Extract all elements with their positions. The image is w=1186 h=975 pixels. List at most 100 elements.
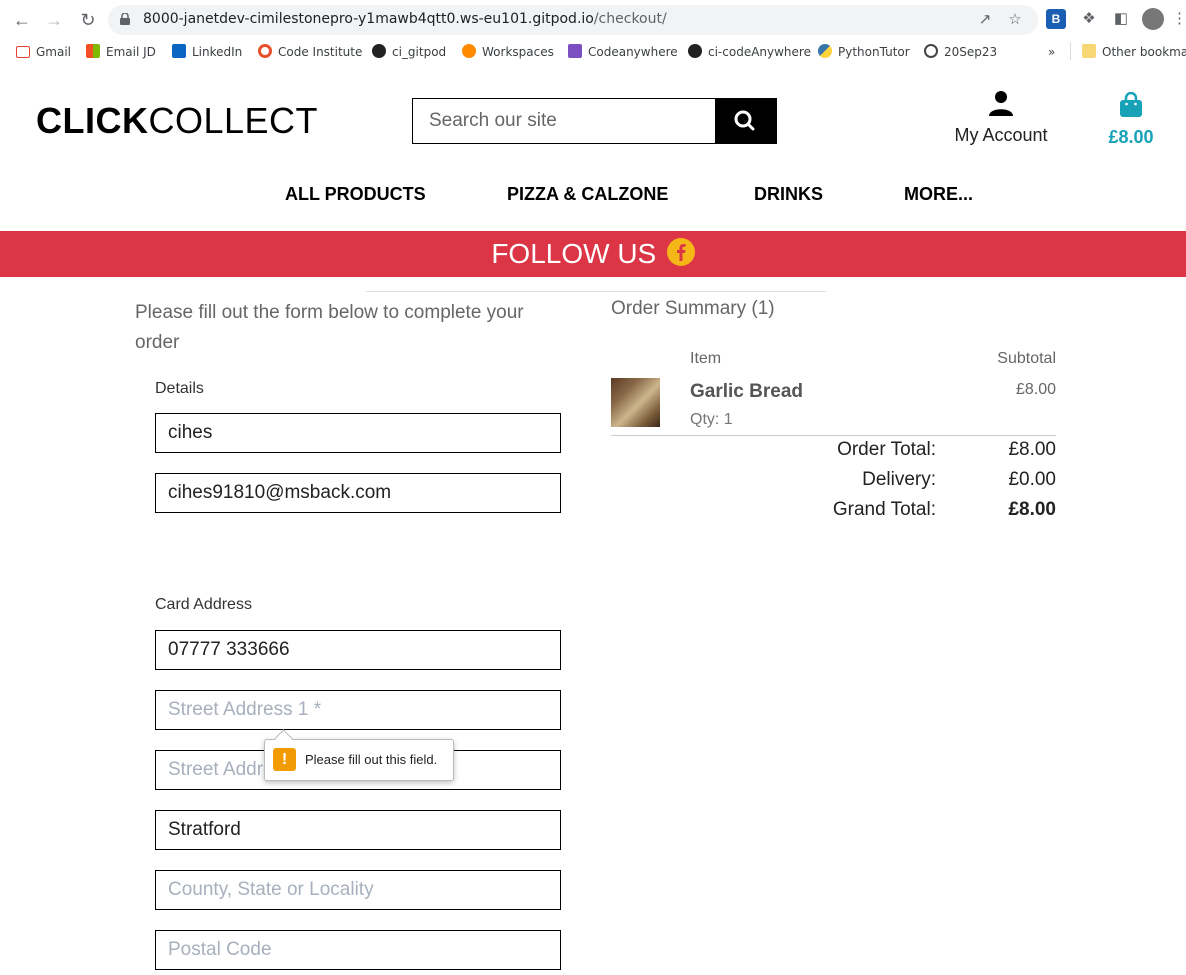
forward-arrow-icon[interactable]: → xyxy=(42,8,66,32)
order-total-label: Order Total: xyxy=(837,439,936,460)
postcode-input[interactable] xyxy=(156,931,560,969)
bookmark-20sep23[interactable]: 20Sep23 xyxy=(924,42,997,62)
email-input[interactable] xyxy=(156,474,560,512)
cart-link[interactable]: £8.00 xyxy=(1098,91,1164,148)
bookmark-label: Code Institute xyxy=(278,45,363,59)
bookmark-codeanywhere[interactable]: Codeanywhere xyxy=(568,42,678,62)
site-logo[interactable]: CLICKCOLLECT xyxy=(36,100,318,142)
cart-total: £8.00 xyxy=(1108,127,1154,147)
url-text: 8000-janetdev-cimilestonepro-y1mawb4qtt0… xyxy=(143,11,667,27)
delivery-value: £0.00 xyxy=(1008,469,1056,490)
county-field xyxy=(155,870,561,910)
phone-input[interactable] xyxy=(156,631,560,669)
item-column-header: Item xyxy=(690,350,722,367)
bookmark-label: Workspaces xyxy=(482,45,554,59)
full-name-field xyxy=(155,413,561,453)
town-input[interactable] xyxy=(156,811,560,849)
full-name-input[interactable] xyxy=(156,414,560,452)
bookmark-label: LinkedIn xyxy=(192,45,243,59)
product-subtotal: £8.00 xyxy=(1015,381,1056,398)
nav-drinks[interactable]: DRINKS xyxy=(754,184,823,205)
product-qty: Qty: 1 xyxy=(690,411,733,428)
shopping-bag-icon xyxy=(1120,91,1142,117)
gmail-icon xyxy=(16,46,30,58)
order-total-value: £8.00 xyxy=(1008,439,1056,460)
browser-chrome: ← → ↻ 8000-janetdev-cimilestonepro-y1maw… xyxy=(0,0,1186,73)
order-summary-title: Order Summary (1) xyxy=(611,298,775,319)
code-institute-icon xyxy=(258,44,272,58)
grand-total-value: £8.00 xyxy=(1008,499,1056,520)
search-icon xyxy=(734,110,755,131)
codeanywhere-icon xyxy=(568,44,582,58)
street-address-1-input[interactable] xyxy=(156,691,560,729)
bookmark-label: Email JD xyxy=(106,45,156,59)
bookmark-code-institute[interactable]: Code Institute xyxy=(258,42,362,62)
divider xyxy=(366,291,826,292)
town-field xyxy=(155,810,561,850)
my-account-link[interactable]: My Account xyxy=(940,90,1062,146)
share-icon[interactable]: ↗ xyxy=(976,11,994,29)
bookmark-ci-codeanywhere[interactable]: ci-codeAnywhere xyxy=(688,42,811,62)
follow-us-text: FOLLOW US xyxy=(491,238,657,269)
address-bar[interactable]: 8000-janetdev-cimilestonepro-y1mawb4qtt0… xyxy=(108,5,1038,35)
card-address-label: Card Address xyxy=(155,596,252,613)
street-address-1-field xyxy=(155,690,561,730)
bookmark-label: PythonTutor xyxy=(838,45,910,59)
user-icon xyxy=(989,91,1013,116)
details-label: Details xyxy=(155,380,204,397)
subtotal-column-header: Subtotal xyxy=(997,350,1056,367)
bookmark-label: Codeanywhere xyxy=(588,45,678,59)
puzzle-icon[interactable]: ❖ xyxy=(1078,8,1100,30)
github-icon xyxy=(372,44,386,58)
gitpod-icon xyxy=(462,44,476,58)
validation-tooltip: ! Please fill out this field. xyxy=(264,729,454,781)
lock-icon xyxy=(120,13,130,25)
bookmark-label: Other bookmar xyxy=(1102,45,1186,59)
nav-pizza-calzone[interactable]: PIZZA & CALZONE xyxy=(507,184,668,205)
warning-icon: ! xyxy=(273,748,296,771)
back-arrow-icon[interactable]: ← xyxy=(10,8,34,32)
more-bookmarks-chevron-icon[interactable]: » xyxy=(1048,42,1055,62)
nav-all-products[interactable]: ALL PRODUCTS xyxy=(285,184,426,205)
kebab-menu-icon[interactable]: ⋮ xyxy=(1172,8,1186,30)
form-intro: Please fill out the form below to comple… xyxy=(135,302,524,353)
summary-divider xyxy=(611,435,1056,436)
nav-more[interactable]: MORE... xyxy=(904,184,973,205)
extension-icon[interactable]: B xyxy=(1046,9,1066,29)
bookmark-email-jd[interactable]: Email JD xyxy=(86,42,156,62)
my-account-label: My Account xyxy=(954,125,1048,145)
logo-bold-text: CLICK xyxy=(36,100,149,141)
grand-total-label: Grand Total: xyxy=(832,499,936,520)
bookmark-gmail[interactable]: Gmail xyxy=(16,42,71,62)
search-input[interactable] xyxy=(413,99,718,143)
county-input[interactable] xyxy=(156,871,560,909)
search-button[interactable] xyxy=(715,99,776,143)
bookmarks-bar: Gmail Email JD LinkedIn Code Institute c… xyxy=(0,40,1186,64)
postcode-field xyxy=(155,930,561,970)
facebook-icon[interactable] xyxy=(666,238,695,266)
product-image-garlic-bread xyxy=(611,378,660,427)
reload-icon[interactable]: ↻ xyxy=(76,8,100,32)
folder-icon xyxy=(1082,44,1096,58)
bookmark-label: Gmail xyxy=(36,45,72,59)
phone-field xyxy=(155,630,561,670)
bookmark-divider xyxy=(1070,42,1071,60)
follow-us-banner: FOLLOW US xyxy=(0,231,1186,277)
linkedin-icon xyxy=(172,44,186,58)
delivery-label: Delivery: xyxy=(862,469,936,490)
microsoft-icon xyxy=(86,44,100,58)
profile-avatar[interactable] xyxy=(1142,8,1164,30)
bookmark-linkedin[interactable]: LinkedIn xyxy=(172,42,242,62)
bookmark-ci-gitpod[interactable]: ci_gitpod xyxy=(372,42,446,62)
product-name: Garlic Bread xyxy=(690,381,803,402)
tooltip-arrow xyxy=(274,729,293,748)
side-panel-icon[interactable]: ◧ xyxy=(1110,8,1132,30)
bookmark-workspaces[interactable]: Workspaces xyxy=(462,42,554,62)
url-path: /checkout/ xyxy=(593,11,667,27)
github-icon xyxy=(688,44,702,58)
bookmark-other[interactable]: Other bookmar xyxy=(1082,42,1186,62)
validation-message: Please fill out this field. xyxy=(305,752,438,767)
url-host: 8000-janetdev-cimilestonepro-y1mawb4qtt0… xyxy=(143,11,594,27)
star-icon[interactable]: ☆ xyxy=(1006,11,1024,29)
bookmark-pythontutor[interactable]: PythonTutor xyxy=(818,42,910,62)
